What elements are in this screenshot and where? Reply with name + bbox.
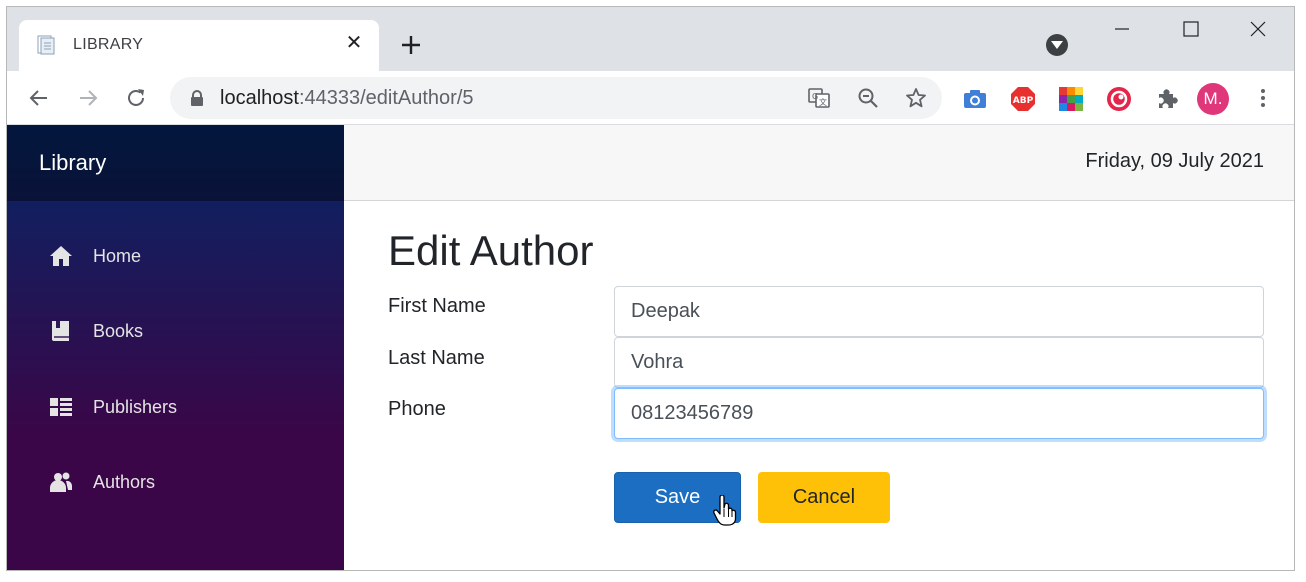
profile-avatar[interactable]: M. [1197, 83, 1229, 115]
cancel-button[interactable]: Cancel [758, 472, 890, 523]
record-icon[interactable] [1106, 86, 1132, 112]
top-row: Friday, 09 July 2021 [344, 125, 1294, 201]
browser-tab[interactable]: LIBRARY ✕ [19, 20, 379, 71]
bookmark-star-icon[interactable] [904, 86, 928, 110]
home-icon [50, 246, 72, 266]
extensions-icon[interactable] [1154, 86, 1180, 112]
phone-input[interactable] [614, 388, 1264, 439]
hand-cursor-icon [713, 495, 737, 526]
reload-icon[interactable] [124, 86, 148, 110]
people-icon [50, 472, 73, 492]
book-icon [52, 321, 69, 341]
brand-bar: Library [7, 125, 344, 201]
last-name-input[interactable] [614, 337, 1264, 388]
current-date: Friday, 09 July 2021 [1085, 150, 1264, 172]
first-name-input[interactable] [614, 286, 1264, 337]
tab-strip: LIBRARY ✕ [7, 7, 1294, 71]
maximize-icon[interactable] [1167, 15, 1213, 45]
sidebar-item-home[interactable]: Home [7, 231, 344, 281]
forward-icon[interactable] [76, 86, 100, 110]
browser-window: LIBRARY ✕ localhost:44333/editAuthor/5 G… [6, 6, 1295, 571]
translate-icon[interactable]: G 文 [807, 86, 831, 110]
url-text[interactable]: localhost:44333/editAuthor/5 [220, 87, 474, 110]
back-icon[interactable] [27, 86, 51, 110]
page-favicon-icon [37, 35, 55, 55]
minimize-icon[interactable] [1099, 15, 1145, 45]
url-path: :44333/editAuthor/5 [298, 87, 474, 109]
sidebar-item-label: Books [93, 321, 144, 341]
browser-toolbar: localhost:44333/editAuthor/5 G 文 ABP M. [7, 71, 1294, 125]
brand-link[interactable]: Library [39, 150, 106, 176]
web-page: Library Home Books Publishers Authors Fr… [7, 125, 1294, 570]
url-host: localhost [220, 87, 299, 109]
tab-title: LIBRARY [73, 36, 144, 53]
zoom-out-icon[interactable] [856, 86, 880, 110]
new-tab-icon[interactable] [397, 31, 425, 59]
svg-text:G: G [812, 92, 818, 101]
svg-text:文: 文 [819, 97, 827, 107]
svg-text:ABP: ABP [1013, 96, 1034, 106]
tab-search-icon[interactable] [1046, 34, 1068, 56]
lock-icon[interactable] [190, 90, 204, 106]
sidebar-item-label: Home [93, 246, 142, 266]
colorgrid-icon[interactable] [1058, 86, 1084, 112]
list-icon [50, 398, 72, 416]
adblock-icon[interactable]: ABP [1010, 86, 1036, 112]
sidebar: Library Home Books Publishers Authors [7, 125, 344, 570]
page-title: Edit Author [388, 227, 594, 274]
window-close-icon[interactable] [1235, 15, 1281, 45]
first-name-label: First Name [388, 295, 486, 317]
main-content: Edit Author First Name Last Name Phone S… [344, 201, 1294, 570]
last-name-label: Last Name [388, 347, 485, 369]
close-tab-icon[interactable]: ✕ [343, 32, 365, 54]
sidebar-item-books[interactable]: Books [7, 306, 344, 356]
sidebar-item-authors[interactable]: Authors [7, 457, 344, 507]
sidebar-item-label: Authors [93, 472, 156, 492]
phone-label: Phone [388, 398, 446, 420]
sidebar-item-label: Publishers [93, 397, 178, 417]
menu-icon[interactable] [1251, 86, 1275, 110]
sidebar-item-publishers[interactable]: Publishers [7, 382, 344, 432]
address-bar[interactable]: localhost:44333/editAuthor/5 G 文 [170, 77, 942, 119]
camera-icon[interactable] [962, 86, 988, 112]
